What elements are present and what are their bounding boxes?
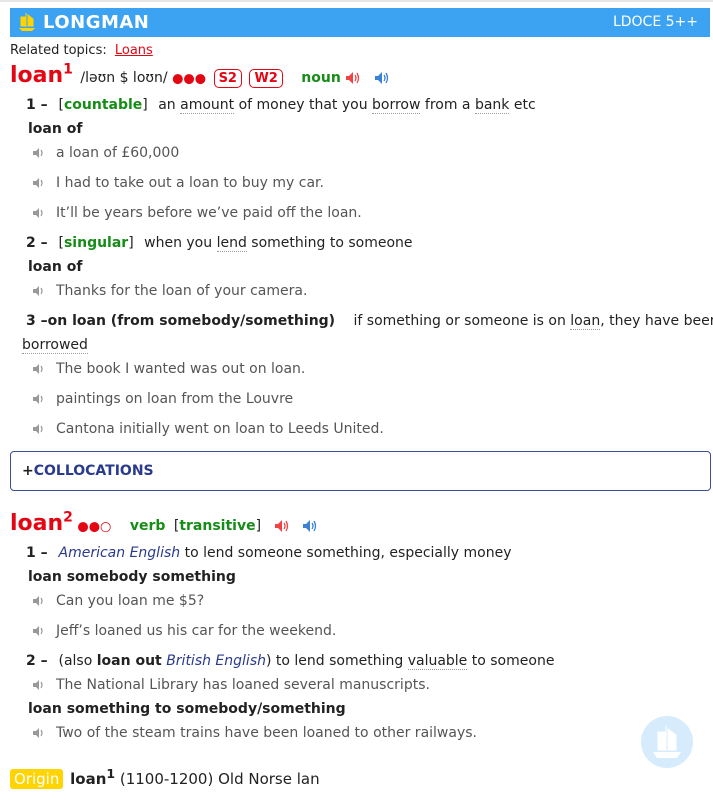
sense-2-line: 2 – (also loan out British English) to l… — [26, 653, 555, 670]
collocations-label: COLLOCATIONS — [33, 463, 154, 479]
app-header: LONGMAN LDOCE 5++ — [10, 8, 710, 37]
speaker-uk-icon[interactable] — [274, 519, 290, 533]
speaker-us-icon[interactable] — [302, 519, 318, 533]
origin-badge: Origin — [10, 769, 64, 789]
example-sentence: Thanks for the loan of your camera. — [32, 283, 307, 299]
pronunciation: /ləʊn $ loʊn/ — [80, 70, 168, 87]
grammar-pattern: loan of — [28, 259, 83, 275]
definition: when you lend something to someone — [144, 235, 413, 252]
example-sentence: Two of the steam trains have been loaned… — [32, 725, 477, 741]
speaker-uk-icon[interactable] — [345, 71, 361, 85]
ship-logo-icon — [19, 13, 35, 31]
phrase: on loan (from somebody/something) — [47, 313, 336, 329]
example-sentence: Jeff’s loaned us his car for the weekend… — [32, 623, 336, 639]
headword: loan1 — [10, 62, 73, 89]
ship-watermark-icon — [641, 716, 693, 768]
grammar-code: countable — [63, 97, 143, 113]
written-frequency-badge: W2 — [249, 69, 283, 89]
grammar-pattern: loan somebody something — [28, 569, 236, 585]
grammar-code: transitive — [179, 518, 256, 535]
sense-1-line: 1 – [countable] an amount of money that … — [26, 97, 536, 114]
example-sentence: The book I wanted was out on loan. — [32, 361, 305, 377]
example-sentence: The National Library has loaned several … — [32, 677, 430, 693]
frequency-dots: ●●● — [172, 71, 207, 87]
example-sentence: It’ll be years before we’ve paid off the… — [32, 205, 362, 221]
definition: to lend someone something, especially mo… — [180, 545, 512, 561]
related-link-loans[interactable]: Loans — [115, 43, 153, 58]
edition-label: LDOCE 5++ — [612, 14, 698, 30]
definition: (also loan out British English) to lend … — [58, 653, 555, 670]
sense-number: 1 — [26, 97, 36, 113]
grammar-pattern: loan something to somebody/something — [28, 701, 346, 717]
origin-text: (1100-1200) Old Norse lan — [119, 770, 320, 788]
region-label: American English — [58, 545, 181, 561]
sense-number: 2 — [26, 235, 36, 251]
related-label: Related topics: — [10, 43, 107, 58]
sense-number: 2 — [26, 653, 36, 669]
example-sentence: I had to take out a loan to buy my car. — [32, 175, 324, 191]
top-border — [0, 0, 713, 2]
sense-number: 1 — [26, 545, 36, 561]
entry2-headline: loan2 ●●○ verb [transitive] — [10, 510, 318, 536]
sense-number: 3 — [26, 313, 36, 329]
frequency-dots: ●●○ — [77, 519, 112, 535]
sense-3-line: 3 –on loan (from somebody/something) if … — [26, 313, 713, 330]
grammar-pattern: loan of — [28, 121, 83, 137]
grammar-code: singular — [63, 235, 129, 251]
part-of-speech: verb — [129, 518, 166, 535]
origin-line: Origin loan1 (1100-1200) Old Norse lan — [10, 766, 320, 789]
definition-continued: borrowed — [22, 337, 88, 354]
definition: an amount of money that you borrow from … — [158, 97, 536, 114]
sense-2-line: 2 – [singular] when you lend something t… — [26, 235, 413, 252]
speaker-us-icon[interactable] — [374, 71, 390, 85]
origin-headword: loan1 — [70, 766, 116, 788]
example-sentence: a loan of £60,000 — [32, 145, 179, 161]
collocations-toggle[interactable]: +COLLOCATIONS — [10, 451, 711, 491]
spoken-frequency-badge: S2 — [213, 69, 242, 89]
example-sentence: paintings on loan from the Louvre — [32, 391, 293, 407]
definition: if something or someone is on loan, they… — [353, 313, 713, 330]
brand-name: LONGMAN — [43, 12, 150, 33]
part-of-speech: noun — [301, 70, 341, 87]
sense-1-line: 1 – American English to lend someone som… — [26, 545, 512, 561]
example-sentence: Can you loan me $5? — [32, 593, 204, 609]
example-sentence: Cantona initially went on loan to Leeds … — [32, 421, 384, 437]
entry1-headline: loan1 /ləʊn $ loʊn/ ●●● S2 W2 noun — [10, 62, 390, 89]
related-topics: Related topics: Loans — [10, 43, 153, 58]
headword: loan2 — [10, 510, 73, 537]
